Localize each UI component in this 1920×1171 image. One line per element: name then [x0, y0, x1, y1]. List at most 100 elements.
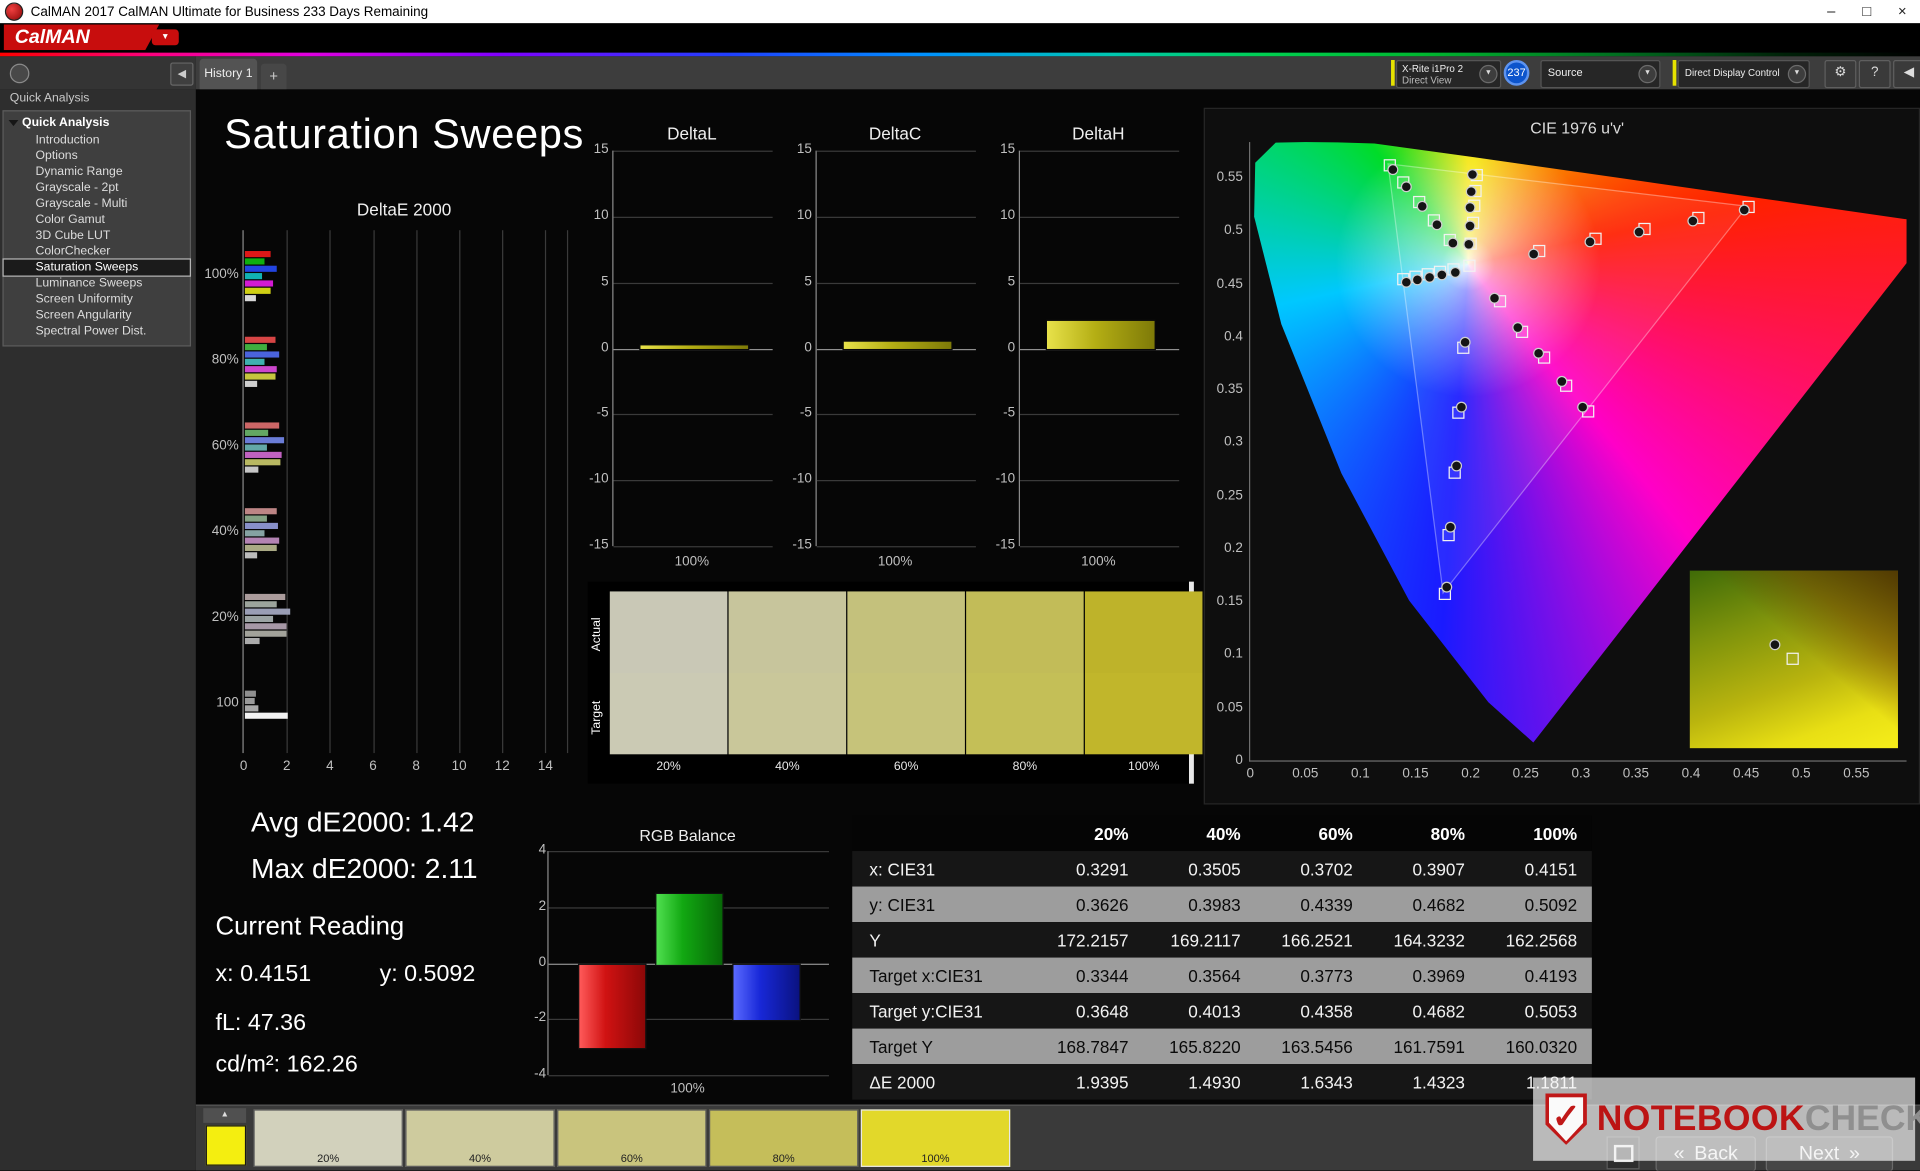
- de-bar: [244, 615, 273, 622]
- sidebar-item-screen-angularity[interactable]: Screen Angularity: [4, 307, 190, 323]
- current-patch-swatch[interactable]: [205, 1125, 247, 1166]
- sidebar-item-grayscale-multi[interactable]: Grayscale - Multi: [4, 196, 190, 212]
- x-tick-label: 0.1: [1351, 766, 1370, 782]
- table-row-label: Target y:CIE31: [869, 1001, 983, 1021]
- tree-root-quick-analysis[interactable]: Quick Analysis: [4, 114, 190, 132]
- help-icon: ?: [1870, 64, 1879, 80]
- de-bar: [244, 529, 265, 536]
- bottom-swatch-80%[interactable]: 80%: [708, 1109, 859, 1167]
- sidebar-item-spectral-power-dist[interactable]: Spectral Power Dist.: [4, 323, 190, 339]
- current-reading-label: Current Reading: [215, 912, 405, 941]
- y-tick-label: 0.1: [1224, 647, 1243, 662]
- watermark-check: CHECK: [1804, 1098, 1920, 1139]
- collapse-panel-button[interactable]: ◀: [1893, 60, 1920, 89]
- sidebar-item-color-gamut[interactable]: Color Gamut: [4, 212, 190, 228]
- bottom-swatch-100%[interactable]: 100%: [860, 1109, 1011, 1167]
- help-button[interactable]: ?: [1858, 60, 1891, 89]
- gridline: [286, 230, 288, 754]
- calman-logo[interactable]: CalMAN: [3, 24, 160, 51]
- y-tick-label: 10: [593, 207, 609, 223]
- table-cell: 0.4682: [1412, 894, 1465, 915]
- pin-button[interactable]: [9, 63, 30, 84]
- table-row: Target Y 168.7847 165.8220 163.5456 161.7591…: [852, 1028, 1592, 1065]
- collapse-sidebar-button[interactable]: ◀: [170, 62, 194, 86]
- table-cell: 160.0320: [1505, 1036, 1578, 1057]
- sidebar-item-screen-uniformity[interactable]: Screen Uniformity: [4, 291, 190, 307]
- de-bar: [244, 350, 280, 357]
- gridline: [459, 230, 461, 754]
- x-tick-label: 2: [283, 759, 291, 774]
- x-tick-label: 0: [239, 759, 248, 774]
- y-tick-label: 4: [538, 842, 547, 858]
- x-tick-label: 0.45: [1733, 766, 1760, 782]
- sidebar-item-grayscale-2pt[interactable]: Grayscale - 2pt: [4, 180, 190, 196]
- chevron-down-icon[interactable]: ▼: [1787, 64, 1807, 84]
- cie-measured-marker: [1450, 460, 1462, 472]
- deltae2000-chart: 0 2 4 6 8 10 12 14 100% 80% 60% 40% 20% 100: [204, 230, 569, 774]
- cie-inset-measured-marker: [1769, 639, 1781, 651]
- reading-count-badge[interactable]: 237: [1503, 60, 1530, 86]
- x-tick-label: 0.15: [1402, 766, 1429, 782]
- sidebar-item-options[interactable]: Options: [4, 148, 190, 164]
- y-tick-label: -15: [792, 537, 812, 553]
- sidebar-item-luminance-sweeps[interactable]: Luminance Sweeps: [4, 276, 190, 292]
- y-tick-label: 15: [796, 142, 812, 157]
- de-bar: [244, 630, 287, 637]
- table-cell: 1.9395: [1076, 1072, 1129, 1092]
- table-row: Target y:CIE31 0.3648 0.4013 0.4358 0.4682 0.…: [852, 993, 1592, 1029]
- de-bar: [244, 265, 278, 272]
- x-tick-label: 0.05: [1292, 766, 1319, 782]
- table-cell: 0.4013: [1188, 1001, 1241, 1021]
- y-tick-label: 80%: [211, 352, 239, 368]
- sweep-swatch-label: 60%: [893, 760, 919, 774]
- chevron-down-icon[interactable]: ▼: [1638, 64, 1657, 84]
- y-tick-label: 0.55: [1216, 170, 1243, 185]
- table-cell: 1.4930: [1188, 1072, 1241, 1092]
- bottom-swatch-label: 80%: [772, 1152, 795, 1165]
- sidebar-item-colorchecker[interactable]: ColorChecker: [4, 244, 190, 260]
- gridline: [329, 230, 332, 754]
- de-bar: [244, 250, 271, 257]
- bottom-swatch-40%[interactable]: 40%: [405, 1109, 555, 1167]
- minimize-button[interactable]: –: [1813, 0, 1849, 23]
- rgb-balance-xlabel: 100%: [670, 1081, 705, 1096]
- sweep-swatch-100%: [1084, 591, 1203, 755]
- restore-button[interactable]: □: [1849, 0, 1885, 23]
- bottom-swatch-60%[interactable]: 60%: [557, 1109, 707, 1167]
- logo-menu-arrow-icon[interactable]: ▼: [151, 29, 179, 46]
- y-tick-label: 5: [1007, 273, 1016, 289]
- meter-dropdown[interactable]: X-Rite i1Pro 2 Direct View ▼: [1395, 60, 1502, 89]
- patch-popup-handle[interactable]: ▲: [203, 1108, 247, 1123]
- table-row-label: x: CIE31: [869, 858, 936, 879]
- source-dropdown[interactable]: Source ▼: [1540, 60, 1661, 89]
- table-cell: 166.2521: [1281, 930, 1353, 950]
- table-cell: 0.3505: [1188, 858, 1241, 879]
- table-cell: 161.7591: [1393, 1036, 1465, 1057]
- deltal-title: DeltaL: [667, 123, 717, 144]
- cie-measured-marker: [1528, 248, 1540, 260]
- gridline: [613, 282, 773, 284]
- calman-app: CalMAN 2017 CalMAN Ultimate for Business…: [0, 0, 1920, 1171]
- cie-measured-marker: [1431, 218, 1443, 230]
- sidebar-item-dynamic-range[interactable]: Dynamic Range: [4, 164, 190, 180]
- close-button[interactable]: ×: [1885, 0, 1920, 23]
- deltal-plot: 15 10 5 0 -5 -10 -15: [589, 142, 773, 552]
- sidebar-item-saturation-sweeps[interactable]: Saturation Sweeps: [2, 258, 192, 277]
- add-tab-button[interactable]: +: [260, 63, 287, 90]
- sidebar: Quick Analysis Quick Analysis Introducti…: [0, 89, 196, 1171]
- chevron-down-icon[interactable]: ▼: [1479, 64, 1498, 84]
- gridline: [613, 150, 773, 152]
- y-tick-label: 2: [538, 898, 547, 914]
- y-tick-label: -4: [534, 1066, 547, 1082]
- bottom-swatch-20%[interactable]: 20%: [253, 1109, 403, 1167]
- sidebar-item-3d-cube-lut[interactable]: 3D Cube LUT: [4, 228, 190, 244]
- tab-history-1[interactable]: History 1: [199, 58, 258, 90]
- settings-button[interactable]: ⚙: [1824, 60, 1857, 89]
- display-control-dropdown[interactable]: Direct Display Control ▼: [1677, 60, 1810, 89]
- table-cell: 0.3626: [1076, 894, 1129, 915]
- window-controls: – □ ×: [1813, 0, 1920, 23]
- de-bar: [244, 690, 256, 697]
- bottom-swatch-label: 40%: [468, 1152, 492, 1165]
- sidebar-item-introduction[interactable]: Introduction: [4, 132, 190, 148]
- x-tick-label: 0.4: [1681, 766, 1701, 782]
